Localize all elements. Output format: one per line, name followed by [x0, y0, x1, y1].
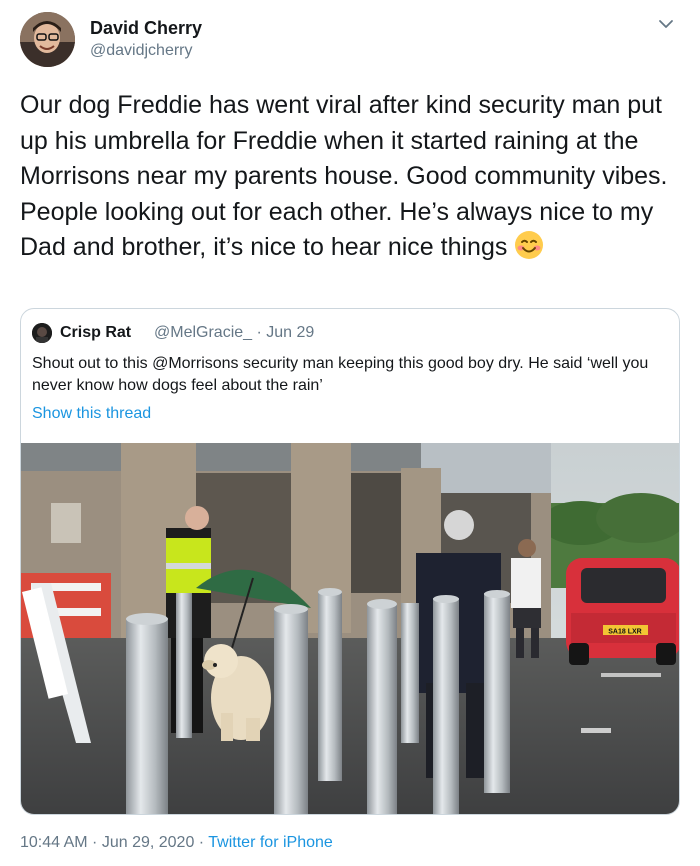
quoted-author-handle[interactable]: @MelGracie_ · Jun 29	[154, 324, 314, 342]
author-avatar[interactable]	[20, 12, 75, 67]
quoted-author-name[interactable]: Crisp Rat	[60, 324, 131, 342]
smiling-face-with-smiling-eyes-icon	[514, 230, 544, 260]
author-name[interactable]: David Cherry	[90, 18, 202, 39]
tweet-header: David Cherry @davidjcherry	[20, 12, 680, 72]
quoted-author-avatar[interactable]	[32, 323, 52, 343]
tweet-timestamp[interactable]: 10:44 AM · Jun 29, 2020 ·	[20, 834, 208, 851]
author-handle[interactable]: @davidjcherry	[90, 42, 193, 60]
tweet-source-link[interactable]: Twitter for iPhone	[208, 834, 333, 851]
chevron-down-icon[interactable]	[654, 12, 678, 36]
quoted-tweet-photo[interactable]: SA18 LXR	[21, 443, 679, 814]
quoted-tweet[interactable]: Crisp Rat @MelGracie_ · Jun 29 Shout out…	[20, 308, 680, 815]
show-thread-link[interactable]: Show this thread	[32, 405, 151, 423]
tweet-text: Our dog Freddie has went viral after kin…	[20, 91, 668, 261]
tweet-body: Our dog Freddie has went viral after kin…	[20, 88, 680, 266]
quoted-tweet-text: Shout out to this @Morrisons security ma…	[32, 355, 649, 394]
tweet-footer: 10:44 AM · Jun 29, 2020 · Twitter for iP…	[20, 834, 333, 852]
license-plate: SA18 LXR	[608, 629, 641, 636]
